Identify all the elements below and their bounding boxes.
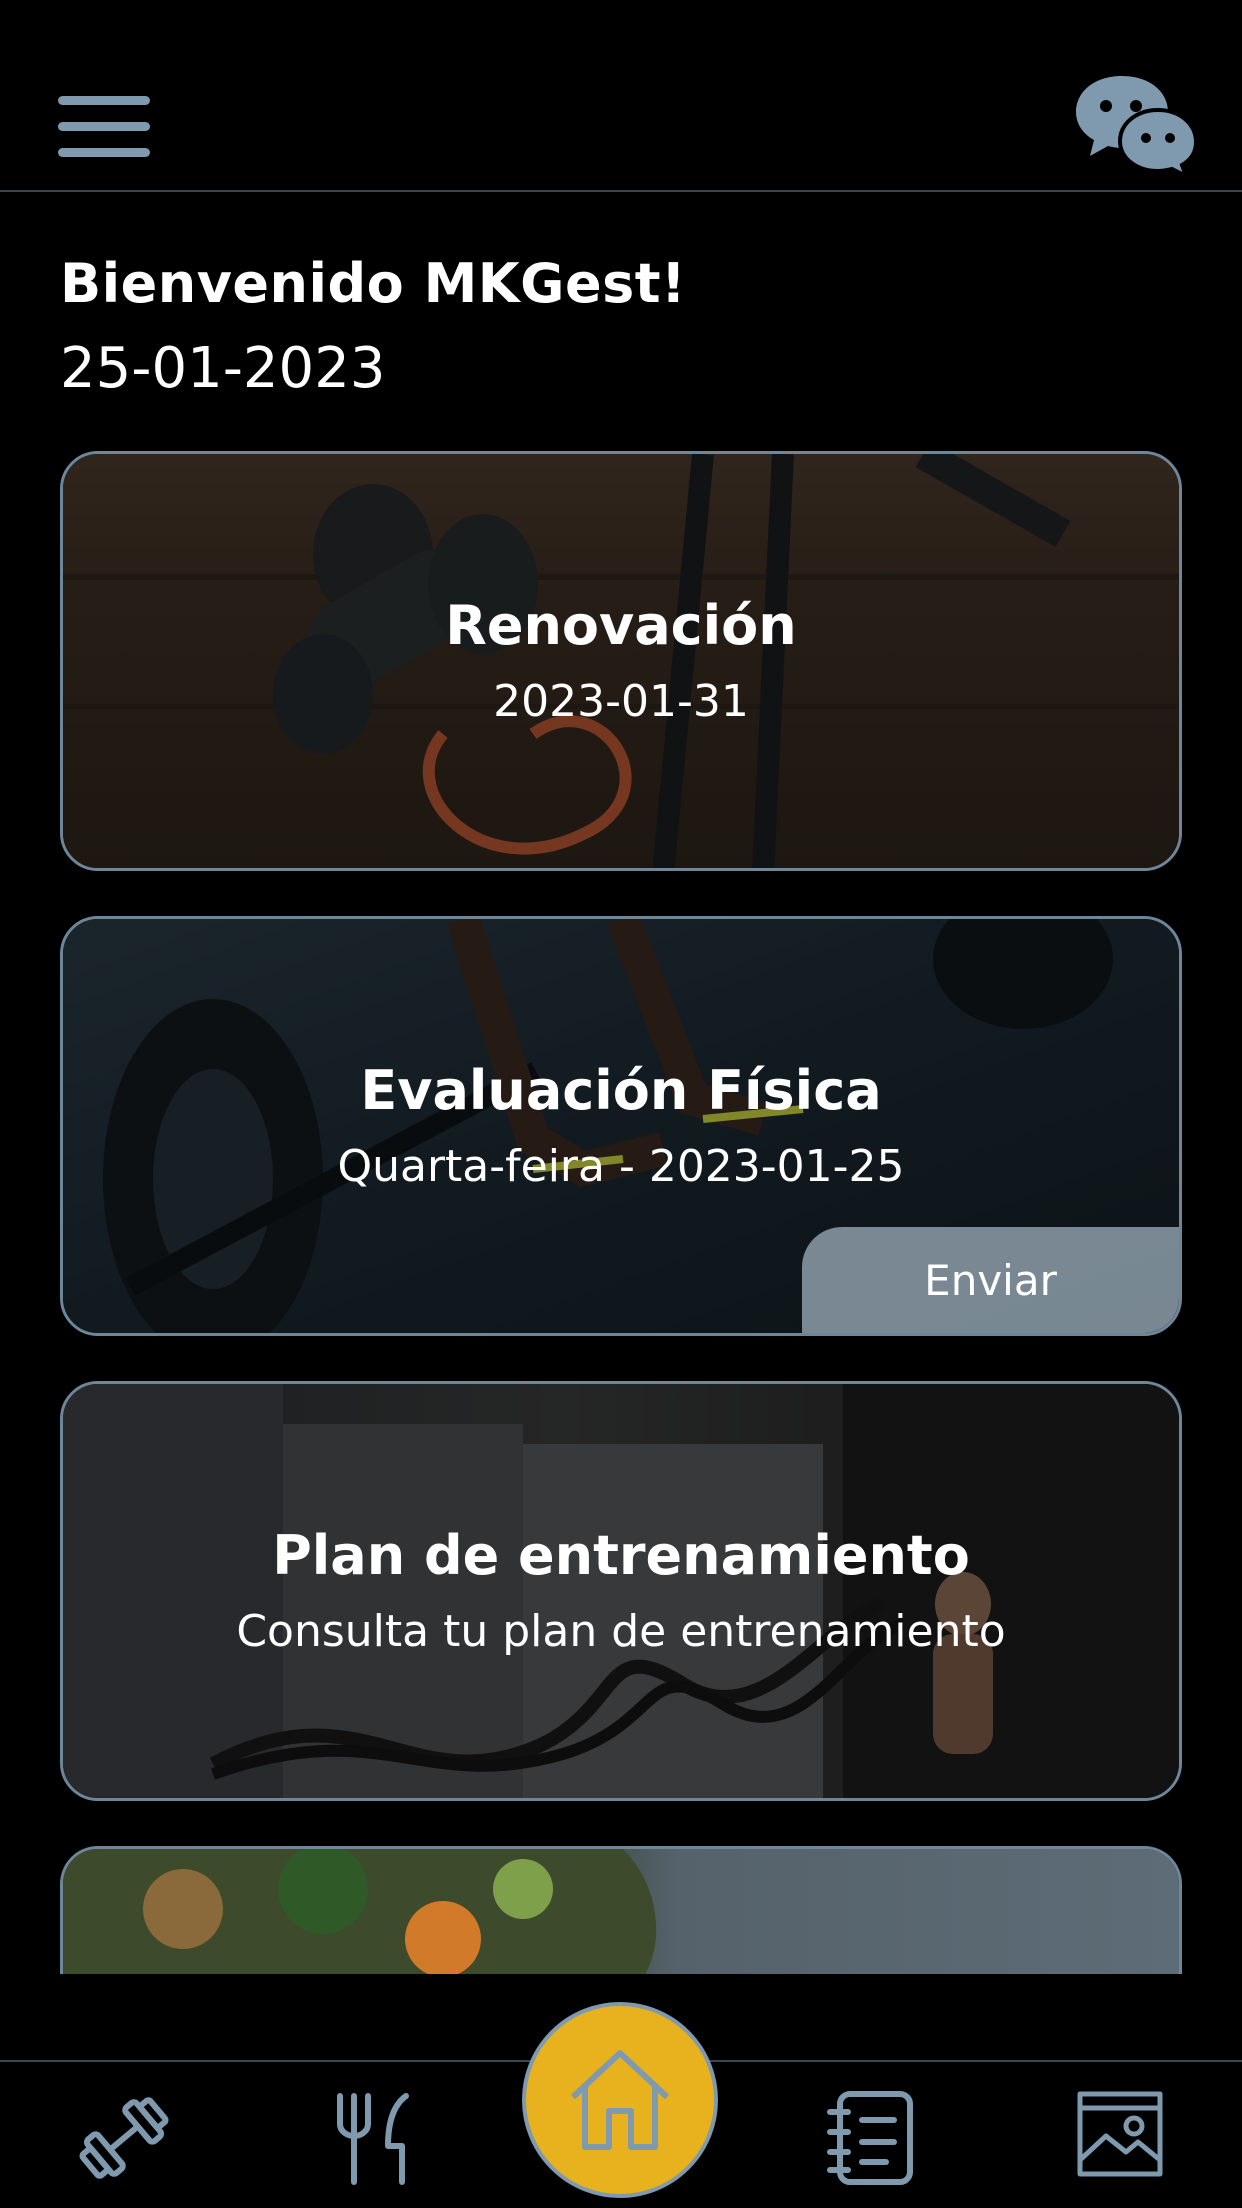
card-subtitle: 2023-01-31 [493, 676, 749, 727]
home-button[interactable] [522, 2002, 718, 2198]
welcome-greeting: Bienvenido MKGest! [60, 252, 687, 315]
send-button[interactable]: Enviar [802, 1227, 1179, 1333]
renewal-card[interactable]: Renovación 2023-01-31 [60, 451, 1182, 871]
training-plan-card[interactable]: Plan de entrenamiento Consulta tu plan d… [60, 1381, 1182, 1801]
chat-bubbles-icon[interactable] [1072, 72, 1200, 181]
physical-evaluation-card[interactable]: Evaluación Física Quarta-feira - 2023-01… [60, 916, 1182, 1336]
card-overlay [63, 454, 1179, 868]
top-bar [0, 0, 1242, 192]
notebook-icon[interactable] [822, 2090, 918, 2186]
home-icon [570, 2050, 670, 2150]
card-background-image [63, 1849, 1179, 1974]
fork-knife-icon[interactable] [326, 2090, 422, 2186]
card-title: Evaluación Física [360, 1059, 882, 1122]
card-title: Renovación [445, 594, 797, 657]
card-overlay [63, 1384, 1179, 1798]
card-subtitle: Quarta-feira - 2023-01-25 [337, 1141, 905, 1192]
gallery-icon[interactable] [1076, 2090, 1172, 2186]
dumbbell-icon[interactable] [76, 2090, 172, 2186]
current-date: 25-01-2023 [60, 336, 386, 401]
card-title: Plan de entrenamiento [272, 1524, 970, 1587]
nutrition-card[interactable] [60, 1846, 1182, 1974]
card-subtitle: Consulta tu plan de entrenamiento [236, 1606, 1006, 1657]
hamburger-menu-icon[interactable] [58, 96, 150, 158]
